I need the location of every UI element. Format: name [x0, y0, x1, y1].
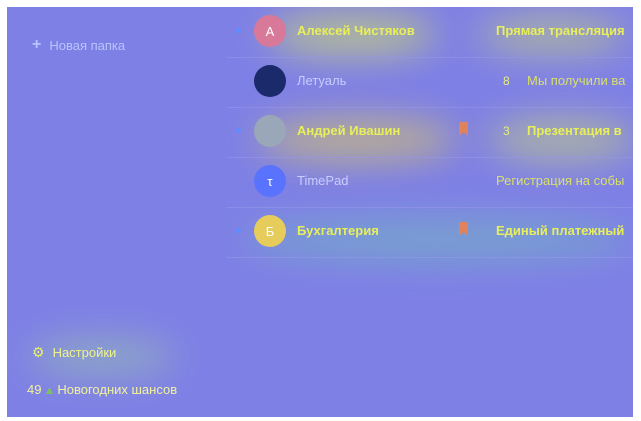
plus-icon: +: [32, 36, 42, 53]
sender-name: TimePad: [297, 173, 349, 188]
avatar: [254, 65, 286, 97]
unread-dot-icon: [236, 128, 241, 133]
message-row[interactable]: τ TimePad Регистрация на собы: [227, 157, 633, 208]
unread-dot-icon: [236, 28, 241, 33]
new-folder-button[interactable]: + Новая папка: [32, 36, 125, 54]
new-folder-label: Новая папка: [49, 37, 126, 53]
message-subject: Мы получили ва: [527, 73, 626, 88]
message-row[interactable]: Андрей Ивашин 3 Презентация в: [227, 107, 633, 158]
message-row[interactable]: Б Бухгалтерия Единый платежный: [227, 207, 633, 258]
mail-app: + Новая папка ⚙ Настройки 49 ▲ Новогодни…: [7, 7, 633, 417]
unread-dot-icon: [236, 228, 241, 233]
thread-count: 8: [503, 74, 510, 88]
sender-name: Алексей Чистяков: [297, 23, 415, 38]
settings-button[interactable]: ⚙ Настройки: [32, 344, 116, 361]
bookmark-icon[interactable]: [459, 222, 468, 236]
thread-count: 3: [503, 124, 510, 138]
message-subject: Регистрация на собы: [496, 173, 625, 188]
message-row[interactable]: Летуаль 8 Мы получили ва: [227, 57, 633, 108]
avatar: Б: [254, 215, 286, 247]
chances-label: Новогодних шансов: [57, 382, 178, 397]
gear-icon: ⚙: [32, 344, 45, 360]
message-subject: Прямая трансляция: [496, 23, 625, 38]
christmas-tree-icon: ▲: [43, 382, 56, 397]
message-subject: Презентация в: [527, 123, 622, 138]
avatar: τ: [254, 165, 286, 197]
sender-name: Бухгалтерия: [297, 223, 379, 238]
message-subject: Единый платежный: [496, 223, 625, 238]
avatar: [254, 115, 286, 147]
sender-name: Андрей Ивашин: [297, 123, 401, 138]
chances-count: 49: [27, 382, 42, 397]
avatar: А: [254, 15, 286, 47]
message-list: А Алексей Чистяков Прямая трансляция Летуал…: [227, 7, 633, 417]
bookmark-icon[interactable]: [459, 122, 468, 136]
settings-label: Настройки: [52, 345, 117, 360]
message-row[interactable]: А Алексей Чистяков Прямая трансляция: [227, 7, 633, 58]
new-year-chances-link[interactable]: 49 ▲ Новогодних шансов: [27, 382, 177, 397]
sidebar: + Новая папка ⚙ Настройки 49 ▲ Новогодни…: [7, 7, 227, 417]
sender-name: Летуаль: [297, 73, 347, 88]
